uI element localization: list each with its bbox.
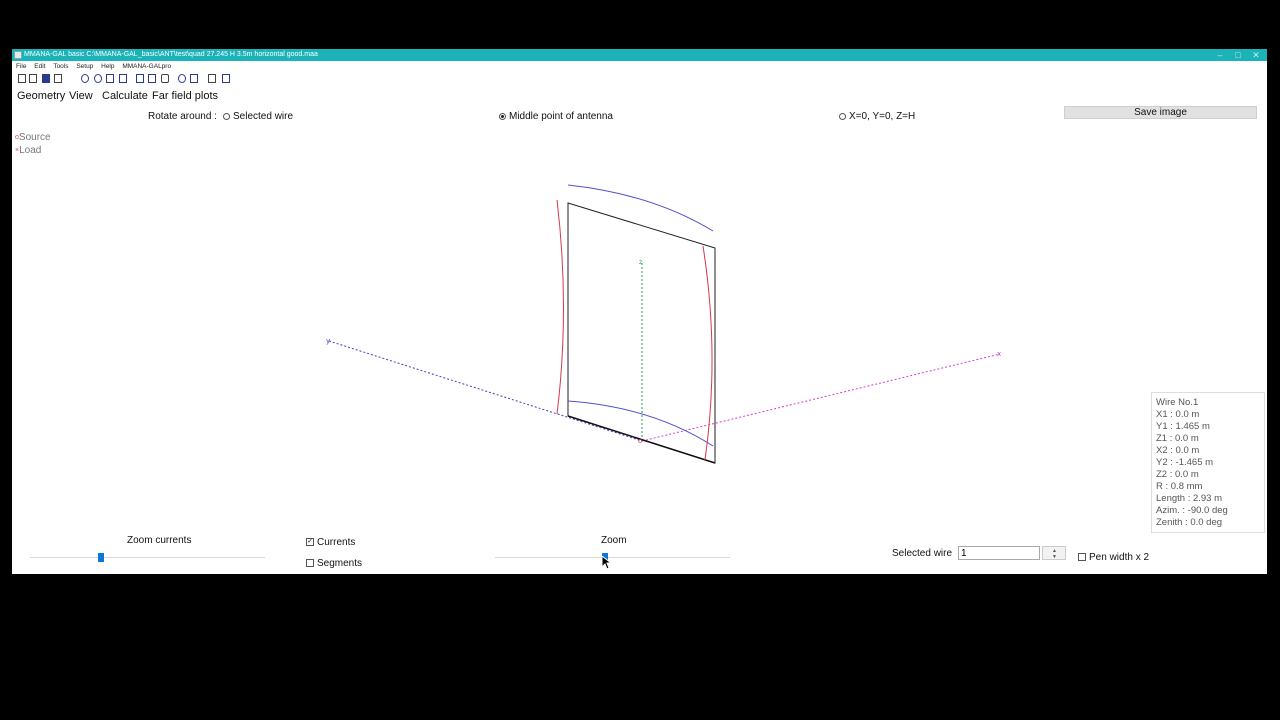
wire-info-row: R : 0.8 mm: [1156, 481, 1203, 492]
zoom-currents-thumb[interactable]: [97, 553, 104, 562]
z-axis-label: z: [639, 259, 642, 266]
x-axis-line: [641, 353, 1001, 442]
wire-info-panel: Wire No.1 X1 : 0.0 m Y1 : 1.465 m Z1 : 0…: [1151, 392, 1265, 533]
checkbox-icon: [306, 559, 314, 568]
zoom-currents-label: Zoom currents: [127, 535, 192, 546]
selected-wire-input[interactable]: [958, 546, 1040, 560]
wire-info-row: Azim. : -90.0 deg: [1156, 505, 1228, 516]
zoom-slider[interactable]: [495, 557, 730, 558]
currents-checkbox[interactable]: ✓ Currents: [306, 537, 355, 548]
current-top-wire: [567, 184, 714, 232]
wire-info-row: Y2 : -1.465 m: [1156, 457, 1214, 468]
segments-checkbox[interactable]: Segments: [306, 558, 362, 569]
wire-info-title: Wire No.1: [1156, 397, 1199, 408]
x-axis-label: x: [997, 350, 1001, 358]
zoom-label: Zoom: [601, 535, 627, 546]
antenna-3d-view[interactable]: y x z o: [12, 49, 1267, 535]
checkbox-icon: ✓: [306, 538, 314, 547]
wire-info-row: Y1 : 1.465 m: [1156, 421, 1210, 432]
y-axis-label: y: [326, 337, 330, 345]
selected-wire-spinner[interactable]: ▲ ▼: [1042, 546, 1066, 560]
currents-label: Currents: [317, 537, 356, 548]
checkbox-icon: [1078, 553, 1086, 562]
spin-down-icon[interactable]: ▼: [1052, 554, 1057, 560]
wire-info-row: Zenith : 0.0 deg: [1156, 517, 1223, 528]
wire-info-row: Length : 2.93 m: [1156, 493, 1223, 504]
pen-width-checkbox[interactable]: Pen width x 2: [1078, 552, 1149, 563]
source-marker-icon: o: [638, 437, 642, 445]
wire-info-row: X2 : 0.0 m: [1156, 445, 1200, 456]
selected-wire-label: Selected wire: [892, 548, 953, 559]
zoom-currents-slider[interactable]: [30, 557, 265, 558]
app-window: MMANA-GAL basic C:\MMANA-GAL_basic\ANT\t…: [12, 49, 1267, 574]
pen-width-label: Pen width x 2: [1089, 552, 1150, 563]
segments-label: Segments: [317, 558, 363, 569]
bottom-controls: Zoom currents ✓ Currents Segments Zoom Se…: [12, 535, 1267, 574]
wire-info-row: Z2 : 0.0 m: [1156, 469, 1199, 480]
wire-info-row: X1 : 0.0 m: [1156, 409, 1200, 420]
wire-info-row: Z1 : 0.0 m: [1156, 433, 1199, 444]
current-right-wire: [702, 245, 713, 461]
mouse-cursor-icon: [602, 556, 612, 570]
current-left-wire: [556, 199, 564, 415]
y-axis-line: [328, 340, 643, 442]
